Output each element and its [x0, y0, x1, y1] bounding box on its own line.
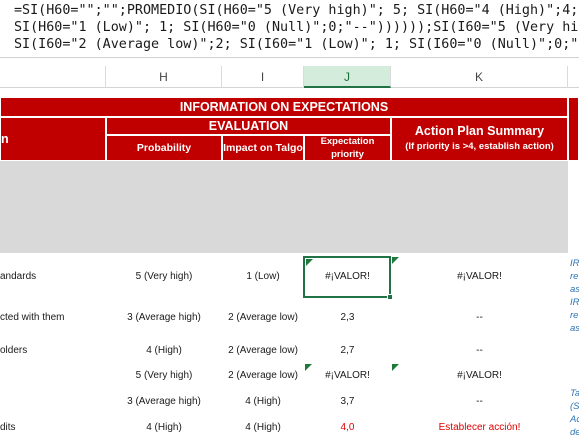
probability-header[interactable]: Probability [106, 135, 222, 161]
expectations-title[interactable]: INFORMATION ON EXPECTATIONS [0, 97, 568, 117]
row-4-probability[interactable]: 5 (Very high) [106, 370, 222, 381]
row-1-impact[interactable]: 1 (Low) [222, 271, 304, 282]
row-3-impact[interactable]: 2 (Average low) [222, 345, 304, 356]
side-text-5: re [570, 310, 579, 321]
priority-header-line2: priority [331, 149, 364, 160]
action-plan-title: Action Plan Summary [414, 124, 545, 138]
column-header-j[interactable]: J [304, 66, 391, 88]
row-2-priority[interactable]: 2,3 [304, 312, 391, 323]
action-plan-note: (If priority is >4, establish action) [405, 141, 554, 152]
error-indicator-icon[interactable] [306, 259, 313, 266]
row-1-probability[interactable]: 5 (Very high) [106, 271, 222, 282]
row-5-probability[interactable]: 3 (Average high) [106, 396, 222, 407]
column-header-k[interactable]: K [391, 66, 568, 88]
row-4-impact[interactable]: 2 (Average low) [222, 370, 304, 381]
gray-filler-rows[interactable] [0, 161, 568, 253]
row-2-description[interactable]: cted with them [0, 312, 64, 323]
row-6-priority[interactable]: 4,0 [304, 422, 391, 433]
row-6-impact[interactable]: 4 (High) [222, 422, 304, 433]
row-6-probability[interactable]: 4 (High) [106, 422, 222, 433]
right-header-cell[interactable] [568, 97, 579, 161]
row-5-priority[interactable]: 3,7 [304, 396, 391, 407]
row-2-probability[interactable]: 3 (Average high) [106, 312, 222, 323]
row-5-impact[interactable]: 4 (High) [222, 396, 304, 407]
error-indicator-icon[interactable] [392, 257, 399, 264]
error-indicator-icon[interactable] [392, 364, 399, 371]
formula-line-3: SI(I60="2 (Average low)";2; SI(I60="1 (L… [14, 37, 579, 52]
side-text-8: (St [570, 401, 579, 412]
column-header-i[interactable]: I [222, 66, 304, 88]
formula-line-1: =SI(H60="";"";PROMEDIO(SI(H60="5 (Very h… [14, 3, 579, 18]
side-text-4: IR [570, 297, 579, 308]
selected-cell-j[interactable] [303, 256, 391, 298]
side-text-7: Ta [570, 388, 579, 399]
column-headers: H I J K [0, 66, 579, 88]
left-header-cell[interactable]: n [0, 117, 106, 161]
row-1-action-plan[interactable]: #¡VALOR! [391, 271, 568, 282]
fill-handle[interactable] [387, 294, 393, 300]
side-text-9: Ac [570, 414, 579, 425]
row-3-description[interactable]: olders [0, 345, 27, 356]
row-3-action-plan[interactable]: -- [391, 345, 568, 356]
priority-header[interactable]: Expectation priority [304, 135, 391, 161]
formula-bar[interactable]: =SI(H60="";"";PROMEDIO(SI(H60="5 (Very h… [0, 0, 579, 58]
row-3-probability[interactable]: 4 (High) [106, 345, 222, 356]
action-plan-header[interactable]: Action Plan Summary (If priority is >4, … [391, 117, 568, 161]
impact-header[interactable]: Impact on Talgo [222, 135, 304, 161]
row-1-description[interactable]: andards [0, 271, 36, 282]
side-text-2: re [570, 271, 579, 282]
error-indicator-icon[interactable] [305, 364, 312, 371]
row-3-priority[interactable]: 2,7 [304, 345, 391, 356]
row-2-impact[interactable]: 2 (Average low) [222, 312, 304, 323]
column-header-l[interactable] [568, 66, 579, 88]
row-5-action-plan[interactable]: -- [391, 396, 568, 407]
column-header-left[interactable] [0, 66, 106, 88]
row-4-priority[interactable]: #¡VALOR! [304, 370, 391, 381]
side-text-3: as [570, 284, 579, 295]
side-text-10: de [570, 427, 579, 438]
side-text-6: as [570, 323, 579, 334]
row-4-action-plan[interactable]: #¡VALOR! [391, 370, 568, 381]
evaluation-header[interactable]: EVALUATION [106, 117, 391, 135]
row-6-action-plan[interactable]: Establecer acción! [391, 422, 568, 433]
row-6-description[interactable]: dits [0, 422, 16, 433]
priority-header-line1: Expectation [320, 136, 375, 147]
formula-line-2: SI(H60="1 (Low)"; 1; SI(H60="0 (Null)";0… [14, 20, 579, 35]
side-text-1: IR [570, 258, 579, 269]
row-2-action-plan[interactable]: -- [391, 312, 568, 323]
column-header-h[interactable]: H [106, 66, 222, 88]
